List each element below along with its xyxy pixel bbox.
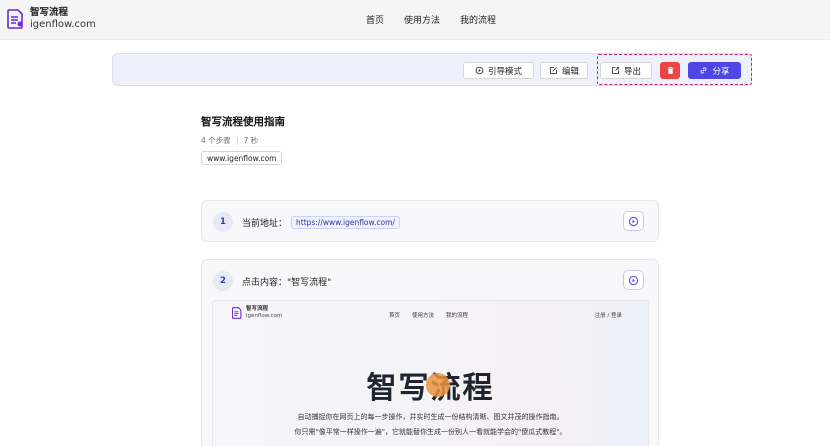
screenshot-nav: 首页 使用方法 我的流程 — [389, 311, 480, 319]
screenshot-app-domain: igenflow.com — [246, 312, 283, 319]
screenshot-description-2: 你只需"像平常一样操作一遍"，它就能替你生成一份别人一看就能学会的"傻瓜式教程"… — [294, 428, 567, 436]
edit-button[interactable]: 编辑 — [540, 62, 588, 79]
app-logo[interactable]: 智写流程 igenflow.com — [7, 8, 96, 30]
step-text: 点击内容："智写流程" — [242, 275, 331, 288]
screenshot-navbar: 智写流程 igenflow.com 首页 使用方法 我的流程 注册 / 登录 — [213, 301, 648, 327]
app-name: 智写流程 — [30, 7, 69, 18]
screenshot-login: 注册 / 登录 — [594, 313, 622, 319]
url-chip[interactable]: https://www.igenflow.com/ — [291, 216, 400, 229]
step-label: 当前地址： — [242, 219, 288, 229]
edit-label: 编辑 — [561, 66, 579, 77]
screenshot-logo: 智写流程 igenflow.com — [232, 306, 283, 319]
screenshot-nav-usage: 使用方法 — [412, 313, 435, 319]
step-number: 2 — [213, 271, 233, 291]
replay-icon — [475, 66, 484, 75]
action-toolbar: 引导模式 编辑 导出 分享 — [112, 53, 752, 86]
guide-mode-button[interactable]: 引导模式 — [463, 62, 534, 79]
step-label: 点击内容："智写流程" — [242, 278, 332, 288]
share-label: 分享 — [712, 66, 730, 77]
screenshot-nav-home: 首页 — [389, 313, 401, 319]
domain-tag: www.igenflow.com — [201, 151, 283, 165]
nav-my-flows[interactable]: 我的流程 — [460, 13, 496, 26]
guide-title: 智写流程使用指南 — [201, 116, 285, 128]
main-nav: 首页 使用方法 我的流程 — [366, 13, 516, 26]
trash-icon — [667, 66, 673, 74]
step-replay-button[interactable] — [623, 270, 644, 290]
replay-icon — [628, 275, 639, 285]
screenshot-app-name: 智写流程 — [246, 306, 269, 312]
step-text: 当前地址： https://www.igenflow.com/ — [242, 216, 400, 229]
click-indicator — [426, 373, 450, 397]
export-icon — [612, 67, 619, 74]
document-icon — [232, 307, 242, 319]
meta-divider — [236, 136, 238, 145]
step-card-1: 1 当前地址： https://www.igenflow.com/ — [201, 200, 659, 242]
export-label: 导出 — [623, 66, 641, 77]
replay-icon — [628, 216, 639, 226]
edit-icon — [550, 67, 557, 74]
step-number: 1 — [213, 212, 233, 232]
document-icon — [7, 8, 23, 29]
guide-mode-label: 引导模式 — [487, 66, 522, 77]
screenshot-description-1: 自动捕捉你在网页上的每一步操作，并实时生成一份结构清晰、图文并茂的操作指南。 — [297, 413, 564, 421]
nav-home[interactable]: 首页 — [366, 13, 384, 26]
share-button[interactable]: 分享 — [688, 62, 741, 79]
step-screenshot: 智写流程 igenflow.com 首页 使用方法 我的流程 注册 / 登录 智… — [212, 300, 649, 446]
delete-button[interactable] — [660, 62, 680, 79]
step-card-2: 2 点击内容："智写流程" 智写流程 igenflow.com 首页 使用方法 … — [201, 259, 659, 446]
duration: 7 秒 — [243, 136, 259, 145]
steps-count: 4 个步骤 — [201, 136, 231, 145]
top-navbar: 智写流程 igenflow.com 首页 使用方法 我的流程 — [0, 0, 830, 40]
guide-meta: 4 个步骤 7 秒 — [201, 135, 258, 146]
link-icon — [701, 67, 707, 74]
app-domain: igenflow.com — [30, 18, 96, 30]
step-replay-button[interactable] — [623, 211, 644, 231]
screenshot-nav-my-flows: 我的流程 — [446, 313, 469, 319]
nav-usage[interactable]: 使用方法 — [404, 13, 440, 26]
export-button[interactable]: 导出 — [600, 62, 652, 79]
